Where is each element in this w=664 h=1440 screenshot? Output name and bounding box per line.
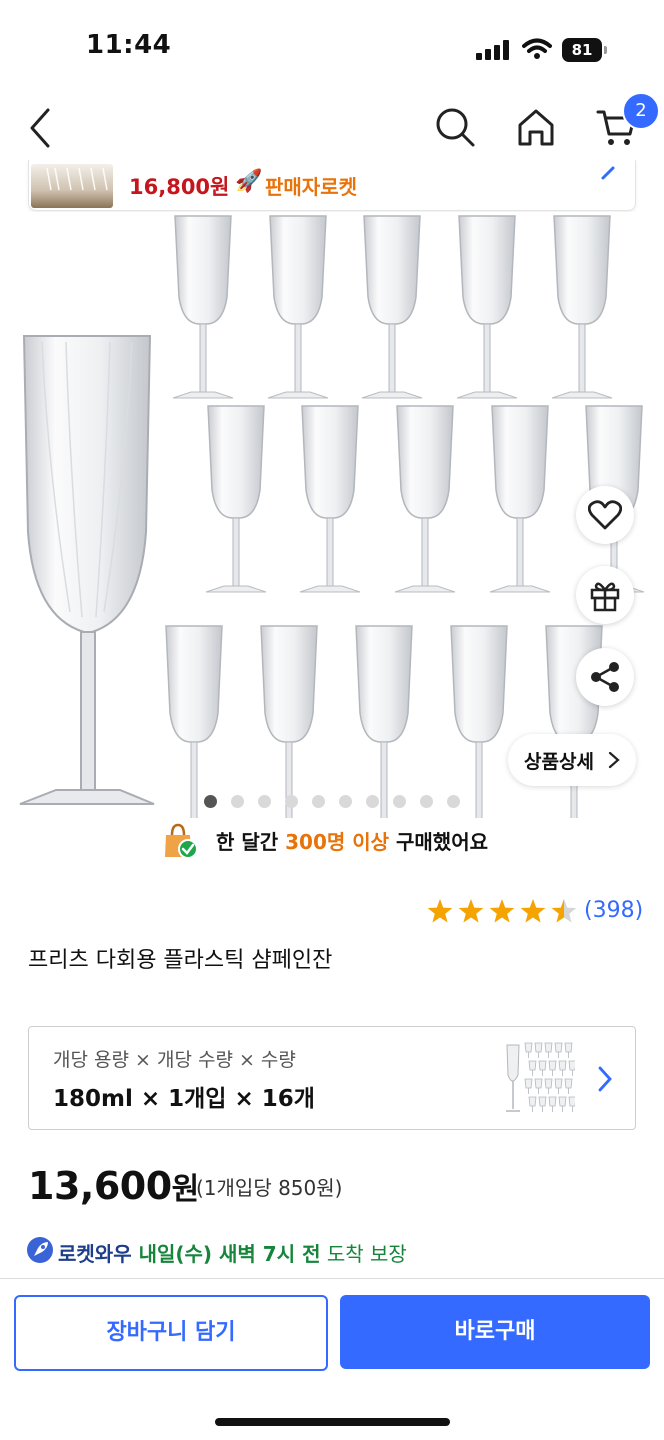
price-amount: 13,600 — [28, 1164, 172, 1208]
summary-price: 16,800원 — [129, 175, 230, 199]
review-count[interactable]: (398) — [584, 898, 643, 923]
signal-icon — [476, 40, 509, 60]
small-glass — [551, 215, 613, 399]
price-currency: 원 — [171, 1172, 200, 1207]
seller-rocket-badge: 판매자로켓 — [265, 175, 357, 199]
wishlist-button[interactable] — [576, 486, 634, 544]
pagination-dot — [447, 795, 460, 808]
option-value: 180ml × 1개입 × 16개 — [53, 1086, 315, 1112]
star-rating[interactable] — [426, 898, 580, 926]
stars-icon — [427, 899, 577, 923]
small-glass — [299, 405, 361, 593]
sticky-price-summary[interactable]: 16,800원 🚀 판매자로켓 — [28, 160, 636, 211]
share-icon — [591, 662, 619, 692]
pagination-dot — [366, 795, 379, 808]
star-icon — [489, 899, 515, 923]
pagination-dot — [420, 795, 433, 808]
champagne-glasses-image — [19, 215, 645, 818]
battery-tip — [604, 46, 607, 54]
pagination-dot — [231, 795, 244, 808]
rocket-icon: 🚀 — [235, 169, 263, 194]
battery-indicator: 81 — [562, 38, 602, 62]
heart-icon — [588, 500, 622, 530]
product-detail-label: 상품상세 — [524, 751, 594, 773]
small-glass — [456, 215, 518, 399]
star-icon — [551, 899, 577, 923]
star-icon — [427, 899, 453, 923]
home-icon[interactable] — [515, 106, 557, 148]
home-indicator — [215, 1418, 450, 1426]
purchase-notice-highlight: 300명 이상 — [285, 830, 390, 854]
gift-button[interactable] — [576, 566, 634, 624]
bottom-divider — [0, 1278, 664, 1279]
small-glass — [361, 215, 423, 399]
small-glass — [172, 215, 234, 399]
rocket-wow-icon — [27, 1237, 53, 1263]
small-glass — [165, 625, 223, 818]
product-image[interactable] — [0, 212, 664, 818]
option-selector[interactable]: 개당 용량 × 개당 수량 × 수량 180ml × 1개입 × 16개 — [28, 1026, 636, 1130]
chevron-right-icon — [608, 751, 620, 769]
pagination-dot — [312, 795, 325, 808]
option-label: 개당 용량 × 개당 수량 × 수량 — [53, 1049, 296, 1071]
status-time: 11:44 — [86, 30, 172, 60]
chevron-icon — [601, 166, 615, 180]
share-button[interactable] — [576, 648, 634, 706]
small-glass — [394, 405, 456, 593]
purchase-notice-prefix: 한 달간 — [215, 830, 286, 854]
wifi-icon — [522, 38, 552, 59]
pagination-dot — [258, 795, 271, 808]
gift-icon — [590, 582, 620, 612]
delivery-info: 로켓와우 내일(수) 새벽 7시 전 도착 보장 — [58, 1238, 407, 1267]
small-glass — [355, 625, 413, 818]
chevron-right-icon — [598, 1066, 612, 1092]
unit-price: (1개입당 850원) — [196, 1176, 343, 1200]
pagination-dot — [204, 795, 217, 808]
small-glass — [260, 625, 318, 818]
product-title: 프리츠 다회용 플라스틱 샴페인잔 — [28, 948, 333, 973]
small-glass — [205, 405, 267, 593]
sale-price: 13,600원 — [28, 1164, 199, 1208]
option-thumbnail — [503, 1041, 575, 1115]
add-to-cart-button[interactable]: 장바구니 담기 — [14, 1295, 328, 1371]
back-icon[interactable] — [28, 108, 52, 148]
small-glass — [450, 625, 508, 818]
purchase-notice: 한 달간 300명 이상 구매했어요 — [0, 826, 664, 855]
buy-now-button[interactable]: 바로구매 — [340, 1295, 650, 1369]
search-icon[interactable] — [434, 106, 476, 148]
pagination-dot — [339, 795, 352, 808]
delivery-date: 내일(수) 새벽 7시 전 — [138, 1242, 321, 1266]
rocket-wow-label: 로켓와우 — [58, 1242, 132, 1266]
purchase-notice-suffix: 구매했어요 — [389, 830, 489, 854]
summary-thumbnail — [31, 164, 113, 208]
delivery-guarantee: 도착 보장 — [320, 1242, 407, 1266]
small-glass — [267, 215, 329, 399]
pagination-dot — [393, 795, 406, 808]
cart-count-badge: 2 — [622, 92, 660, 130]
pagination-dot — [285, 795, 298, 808]
star-icon — [458, 899, 484, 923]
small-glass — [489, 405, 551, 593]
star-icon — [520, 899, 546, 923]
product-detail-button[interactable]: 상품상세 — [508, 734, 636, 786]
